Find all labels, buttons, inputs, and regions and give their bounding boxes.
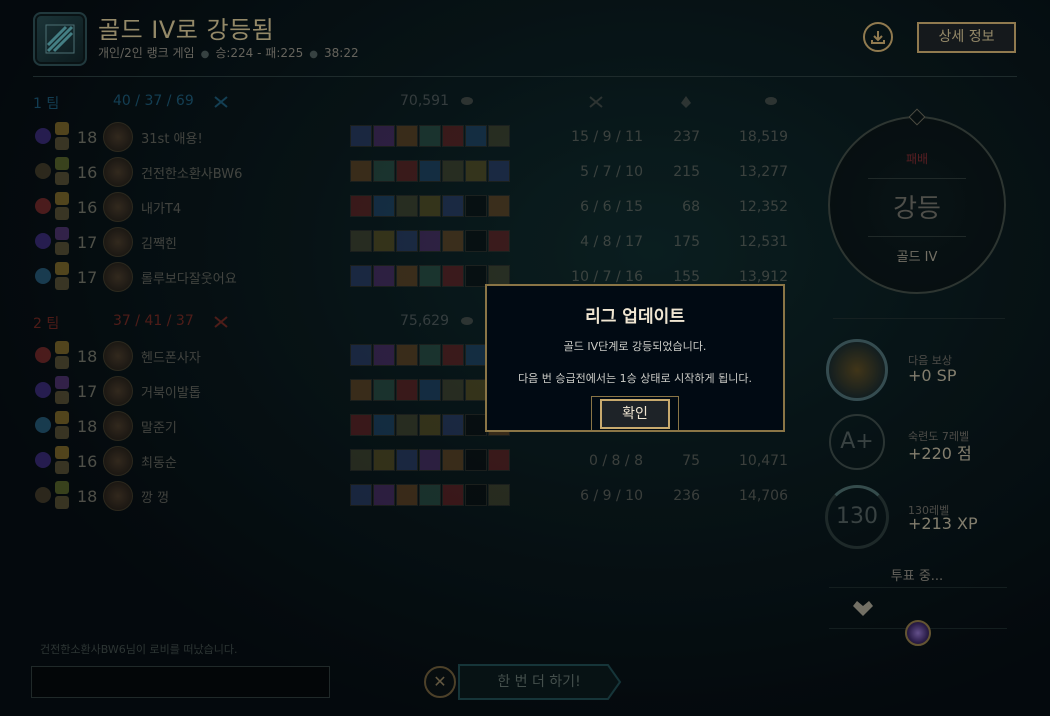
dialog-message: 다음 번 승급전에서는 1승 상태로 시작하게 됩니다. [518, 372, 752, 385]
confirm-button[interactable]: 확인 [600, 399, 670, 429]
dialog-title: 리그 업데이트 [585, 307, 685, 327]
dialog-message: 골드 IV단계로 강등되었습니다. [563, 340, 707, 353]
league-update-dialog: 리그 업데이트 골드 IV단계로 강등되었습니다. 다음 번 승급전에서는 1승… [485, 284, 785, 432]
